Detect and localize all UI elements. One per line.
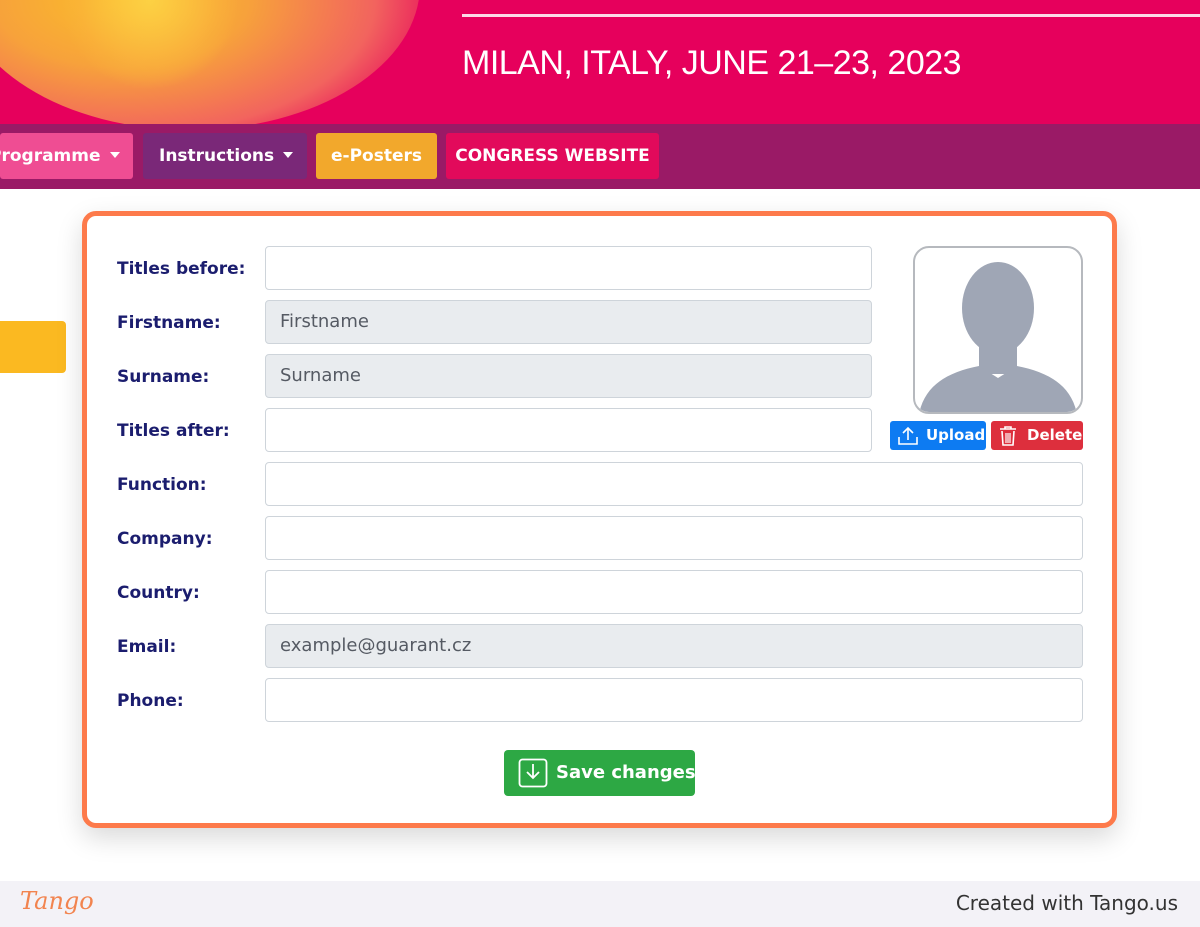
nav-e-posters[interactable]: e-Posters [316, 133, 437, 179]
nav-programme-label: Programme [0, 146, 101, 166]
label-company: Company: [117, 529, 213, 549]
label-titles-after: Titles after: [117, 421, 230, 441]
titles-before-input[interactable] [265, 246, 872, 290]
upload-icon [898, 426, 918, 445]
profile-photo [913, 246, 1083, 414]
label-titles-before: Titles before: [117, 259, 246, 279]
label-country: Country: [117, 583, 200, 603]
tango-logo: Tango [20, 887, 94, 915]
label-function: Function: [117, 475, 207, 495]
firstname-input[interactable]: Firstname [265, 300, 872, 344]
nav-instructions-label: Instructions [159, 146, 275, 166]
label-firstname: Firstname: [117, 313, 221, 333]
sidebar-menu-button[interactable] [0, 321, 66, 373]
nav-instructions-dropdown[interactable]: Instructions [143, 133, 307, 179]
save-changes-button[interactable]: Save changes [504, 750, 696, 796]
country-input[interactable] [265, 570, 1083, 614]
surname-input[interactable]: Surname [265, 354, 872, 398]
company-input[interactable] [265, 516, 1083, 560]
label-email: Email: [117, 637, 177, 657]
titles-after-input[interactable] [265, 408, 872, 452]
event-location-date: MILAN, ITALY, JUNE 21–23, 2023 [462, 44, 962, 82]
phone-input[interactable] [265, 678, 1083, 722]
upload-label: Upload [926, 426, 986, 444]
delete-photo-button[interactable]: Delete [991, 421, 1083, 450]
caret-down-icon [109, 152, 120, 158]
event-banner: MILAN, ITALY, JUNE 21–23, 2023 [0, 0, 1200, 124]
banner-rule [462, 14, 1200, 17]
main-nav: Programme Instructions e-Posters CONGRES… [0, 124, 1200, 189]
label-surname: Surname: [117, 367, 210, 387]
person-silhouette-icon [919, 262, 1077, 412]
tango-credit: Created with Tango.us [955, 891, 1178, 915]
nav-programme-dropdown[interactable]: Programme [0, 133, 133, 179]
label-phone: Phone: [117, 691, 184, 711]
function-input[interactable] [265, 462, 1083, 506]
trash-icon [1000, 426, 1016, 446]
nav-congress-website-label: CONGRESS WEBSITE [455, 146, 650, 166]
nav-congress-website[interactable]: CONGRESS WEBSITE [446, 133, 659, 179]
upload-photo-button[interactable]: Upload [890, 421, 986, 450]
delete-label: Delete [1027, 426, 1083, 444]
email-input[interactable]: example@guarant.cz [265, 624, 1083, 668]
save-download-icon [518, 758, 548, 788]
nav-e-posters-label: e-Posters [330, 146, 422, 166]
save-changes-label: Save changes [556, 762, 696, 783]
tango-footer: Tango Created with Tango.us [0, 881, 1200, 927]
caret-down-icon [283, 152, 294, 158]
